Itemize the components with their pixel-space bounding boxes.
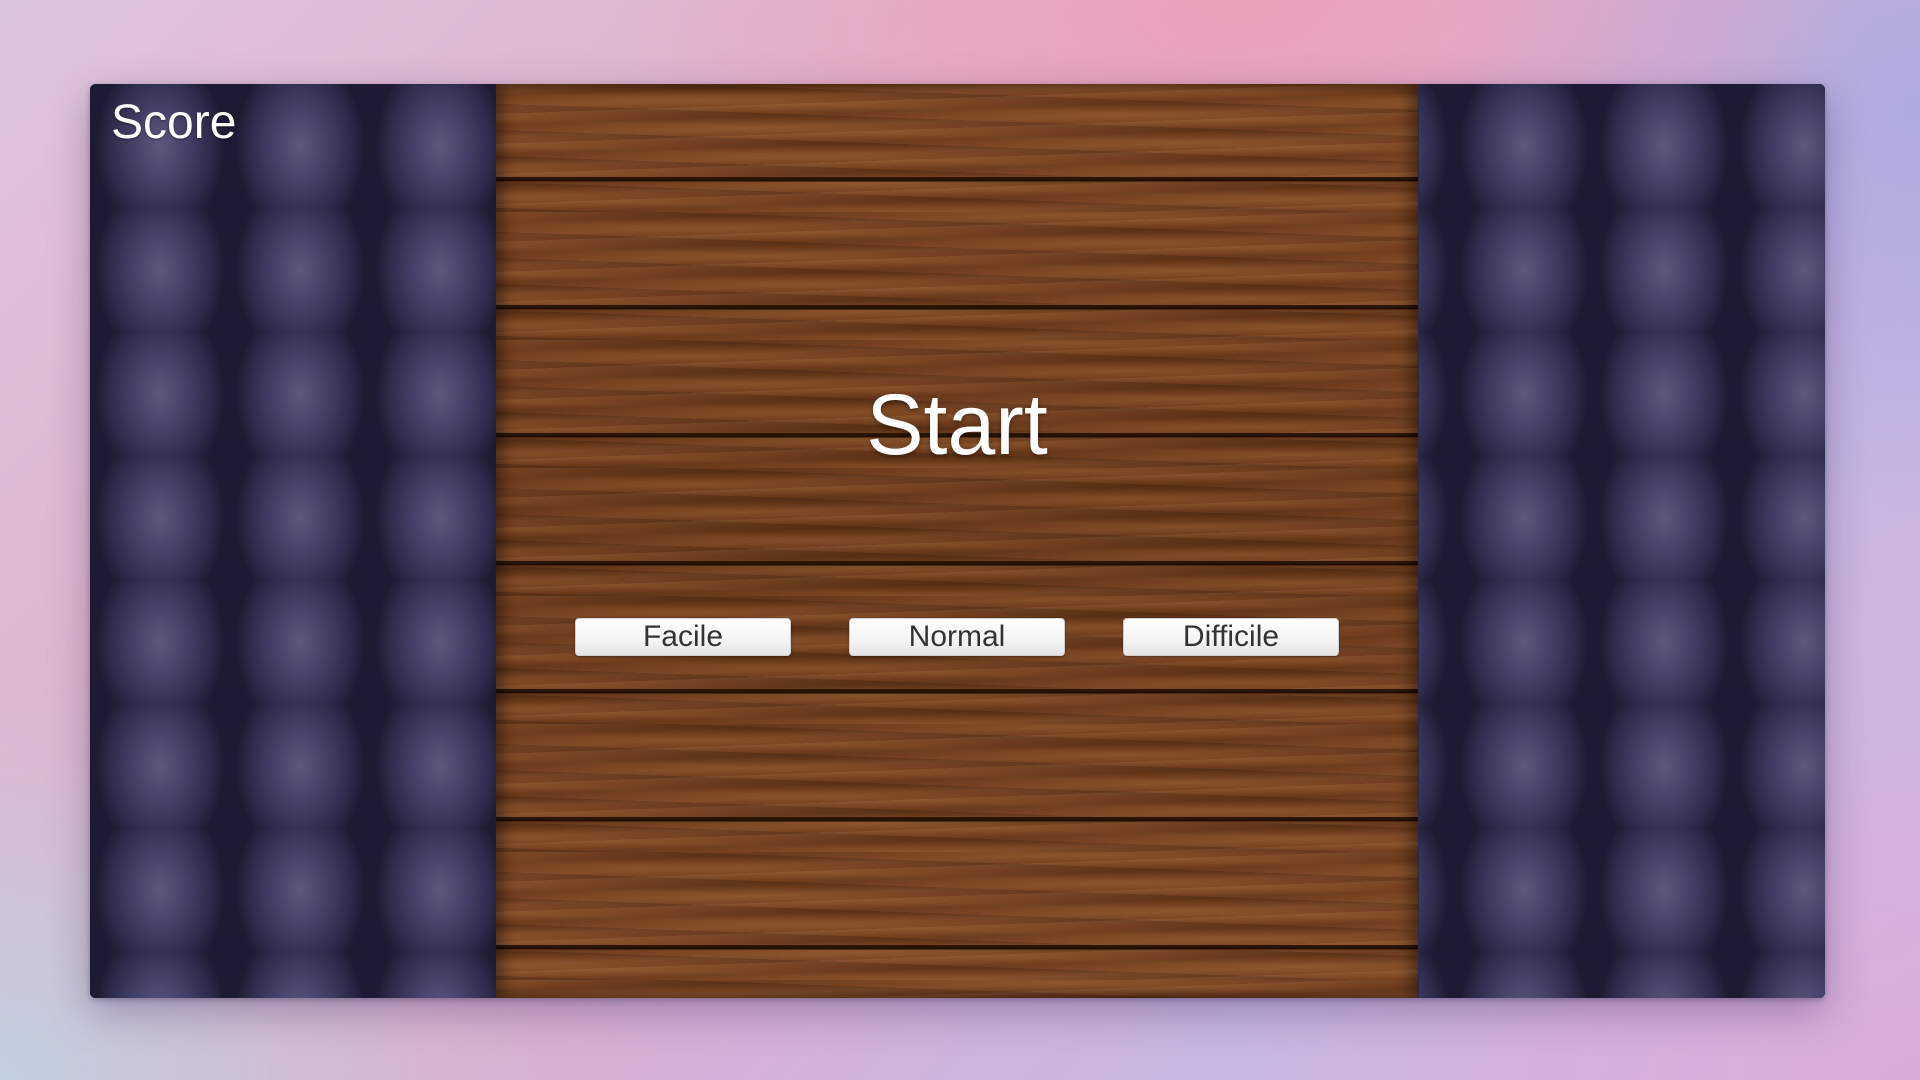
difficulty-selector: Facile Normal Difficile: [496, 618, 1418, 656]
normal-button[interactable]: Normal: [849, 618, 1065, 656]
start-title[interactable]: Start: [496, 374, 1418, 477]
score-label: Score: [111, 96, 237, 149]
facile-button[interactable]: Facile: [575, 618, 791, 656]
wood-board: [496, 84, 1418, 998]
left-scale-panel: [90, 84, 496, 998]
difficile-button[interactable]: Difficile: [1123, 618, 1339, 656]
game-window: Score Start Facile Normal Difficile: [90, 84, 1825, 998]
right-scale-panel: [1419, 84, 1825, 998]
